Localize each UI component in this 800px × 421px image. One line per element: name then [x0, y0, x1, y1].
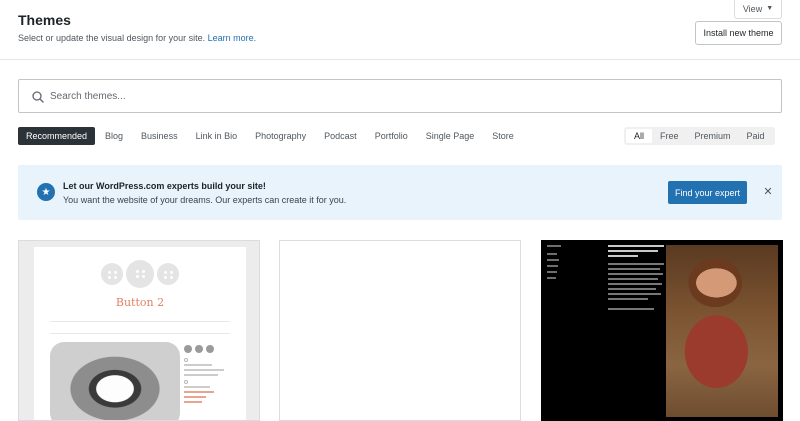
install-theme-button[interactable]: Install new theme — [695, 21, 782, 45]
theme-card[interactable]: Button 2 — [18, 240, 260, 421]
expert-banner: ★ Let our WordPress.com experts build yo… — [18, 165, 782, 220]
find-expert-button[interactable]: Find your expert — [668, 181, 747, 204]
tab-photography[interactable]: Photography — [247, 127, 314, 145]
tab-store[interactable]: Store — [484, 127, 522, 145]
page-title: Themes — [18, 12, 71, 28]
preview-sidebar — [184, 345, 234, 406]
category-tabs: Recommended Blog Business Link in Bio Ph… — [18, 127, 524, 145]
tab-business[interactable]: Business — [133, 127, 186, 145]
search-icon — [32, 91, 44, 103]
banner-subtitle: You want the website of your dreams. Our… — [63, 195, 347, 205]
tier-free[interactable]: Free — [652, 129, 687, 143]
preview-photo — [50, 342, 180, 420]
page-subtitle: Select or update the visual design for y… — [18, 33, 256, 43]
search-bar — [18, 79, 782, 113]
learn-more-link[interactable]: Learn more. — [208, 33, 257, 43]
tab-portfolio[interactable]: Portfolio — [367, 127, 416, 145]
star-icon: ★ — [37, 183, 55, 201]
subtitle-text: Select or update the visual design for y… — [18, 33, 206, 43]
preview-divider — [50, 333, 230, 334]
tab-blog[interactable]: Blog — [97, 127, 131, 145]
banner-title: Let our WordPress.com experts build your… — [63, 181, 266, 191]
button-logo — [101, 260, 179, 288]
close-icon[interactable]: ✕ — [762, 184, 774, 198]
tab-recommended[interactable]: Recommended — [18, 127, 96, 145]
preview-photo — [666, 245, 778, 417]
tier-premium[interactable]: Premium — [687, 129, 739, 143]
tier-all[interactable]: All — [626, 129, 653, 143]
preview-sidebar — [547, 245, 597, 283]
view-label: View — [742, 3, 763, 14]
caret-down-icon: ▼ — [766, 5, 774, 12]
theme-card[interactable] — [541, 240, 783, 421]
tab-single-page[interactable]: Single Page — [418, 127, 483, 145]
preview-title: Button 2 — [115, 296, 165, 309]
view-dropdown[interactable]: View ▼ — [734, 0, 782, 19]
page-header: Themes Select or update the visual desig… — [0, 0, 800, 60]
tier-paid[interactable]: Paid — [739, 129, 773, 143]
theme-preview: Button 2 — [34, 247, 246, 420]
tier-filter: All Free Premium Paid — [624, 127, 775, 145]
search-input[interactable] — [50, 80, 750, 112]
theme-card[interactable] — [279, 240, 521, 421]
tab-link-in-bio[interactable]: Link in Bio — [188, 127, 246, 145]
tab-podcast[interactable]: Podcast — [316, 127, 365, 145]
preview-text — [608, 245, 666, 313]
preview-divider — [50, 321, 230, 322]
